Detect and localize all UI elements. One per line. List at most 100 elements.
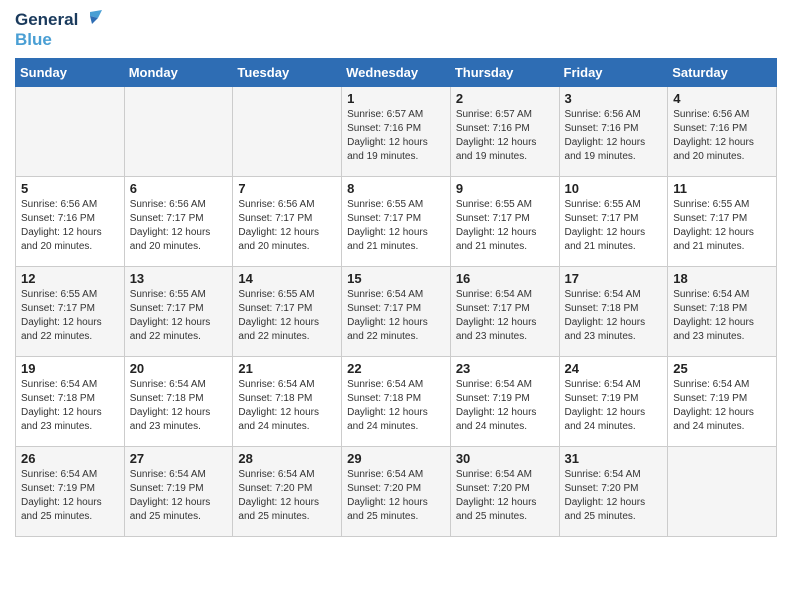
day-cell: 5 Sunrise: 6:56 AM Sunset: 7:16 PM Daylig…	[16, 177, 125, 267]
header-cell-monday: Monday	[124, 59, 233, 87]
day-info: Sunrise: 6:55 AM Sunset: 7:17 PM Dayligh…	[130, 288, 228, 344]
day-cell: 9Sunrise: 6:55 AM Sunset: 7:17 PM Daylig…	[450, 177, 559, 267]
day-cell: 13 Sunrise: 6:55 AM Sunset: 7:17 PM Dayli…	[124, 267, 233, 357]
day-cell: 6Sunrise: 6:56 AM Sunset: 7:17 PM Daylig…	[124, 177, 233, 267]
day-cell: 21 Sunrise: 6:54 AM Sunset: 7:18 PM Dayli…	[233, 357, 342, 447]
day-info: Sunrise: 6:54 AM Sunset: 7:18 PM Dayligh…	[130, 378, 228, 434]
day-info: Sunrise: 6:56 AM Sunset: 7:16 PM Dayligh…	[21, 198, 119, 254]
day-info: Sunrise: 6:54 AM Sunset: 7:20 PM Dayligh…	[565, 468, 663, 524]
day-info: Sunrise: 6:54 AM Sunset: 7:20 PM Dayligh…	[347, 468, 445, 524]
day-number: 14	[238, 271, 336, 286]
day-number: 15	[347, 271, 445, 286]
day-cell: 31 Sunrise: 6:54 AM Sunset: 7:20 PM Dayli…	[559, 447, 668, 537]
day-cell: 7 Sunrise: 6:56 AM Sunset: 7:17 PM Daylig…	[233, 177, 342, 267]
day-number: 7	[238, 181, 336, 196]
day-number: 17	[565, 271, 663, 286]
day-info: Sunrise: 6:55 AM Sunset: 7:17 PM Dayligh…	[347, 198, 445, 254]
day-cell: 14 Sunrise: 6:55 AM Sunset: 7:17 PM Dayli…	[233, 267, 342, 357]
day-info: Sunrise: 6:54 AM Sunset: 7:20 PM Dayligh…	[456, 468, 554, 524]
day-info: Sunrise: 6:54 AM Sunset: 7:19 PM Dayligh…	[130, 468, 228, 524]
day-info: Sunrise: 6:54 AM Sunset: 7:19 PM Dayligh…	[21, 468, 119, 524]
logo-text-block: General Blue	[15, 10, 102, 50]
week-row-2: 12 Sunrise: 6:55 AM Sunset: 7:17 PM Dayli…	[16, 267, 777, 357]
day-number: 23	[456, 361, 554, 376]
day-number: 19	[21, 361, 119, 376]
day-info: Sunrise: 6:55 AM Sunset: 7:17 PM Dayligh…	[21, 288, 119, 344]
day-info: Sunrise: 6:54 AM Sunset: 7:20 PM Dayligh…	[238, 468, 336, 524]
day-cell	[16, 87, 125, 177]
header-cell-tuesday: Tuesday	[233, 59, 342, 87]
day-number: 24	[565, 361, 663, 376]
day-cell: 12 Sunrise: 6:55 AM Sunset: 7:17 PM Dayli…	[16, 267, 125, 357]
day-cell	[124, 87, 233, 177]
day-number: 12	[21, 271, 119, 286]
week-row-4: 26 Sunrise: 6:54 AM Sunset: 7:19 PM Dayli…	[16, 447, 777, 537]
header-row: SundayMondayTuesdayWednesdayThursdayFrid…	[16, 59, 777, 87]
header-cell-saturday: Saturday	[668, 59, 777, 87]
day-cell: 28Sunrise: 6:54 AM Sunset: 7:20 PM Dayli…	[233, 447, 342, 537]
day-number: 21	[238, 361, 336, 376]
day-cell	[233, 87, 342, 177]
day-info: Sunrise: 6:54 AM Sunset: 7:17 PM Dayligh…	[347, 288, 445, 344]
day-info: Sunrise: 6:54 AM Sunset: 7:18 PM Dayligh…	[347, 378, 445, 434]
header: General Blue	[15, 10, 777, 50]
header-cell-sunday: Sunday	[16, 59, 125, 87]
week-row-0: 1 Sunrise: 6:57 AM Sunset: 7:16 PM Daylig…	[16, 87, 777, 177]
day-cell	[668, 447, 777, 537]
day-cell: 1Sunrise: 6:57 AM Sunset: 7:16 PM Daylig…	[342, 87, 451, 177]
day-cell: 20 Sunrise: 6:54 AM Sunset: 7:18 PM Dayli…	[124, 357, 233, 447]
day-info: Sunrise: 6:54 AM Sunset: 7:17 PM Dayligh…	[456, 288, 554, 344]
day-info: Sunrise: 6:56 AM Sunset: 7:16 PM Dayligh…	[565, 108, 663, 164]
day-cell: 23 Sunrise: 6:54 AM Sunset: 7:19 PM Dayli…	[450, 357, 559, 447]
logo-first-line: General	[15, 10, 102, 30]
day-number: 26	[21, 451, 119, 466]
day-cell: 4Sunrise: 6:56 AM Sunset: 7:16 PM Daylig…	[668, 87, 777, 177]
day-info: Sunrise: 6:54 AM Sunset: 7:18 PM Dayligh…	[238, 378, 336, 434]
day-info: Sunrise: 6:54 AM Sunset: 7:18 PM Dayligh…	[21, 378, 119, 434]
header-cell-thursday: Thursday	[450, 59, 559, 87]
week-row-3: 19 Sunrise: 6:54 AM Sunset: 7:18 PM Dayli…	[16, 357, 777, 447]
day-info: Sunrise: 6:54 AM Sunset: 7:19 PM Dayligh…	[565, 378, 663, 434]
day-cell: 11Sunrise: 6:55 AM Sunset: 7:17 PM Dayli…	[668, 177, 777, 267]
day-info: Sunrise: 6:54 AM Sunset: 7:19 PM Dayligh…	[673, 378, 771, 434]
day-cell: 10Sunrise: 6:55 AM Sunset: 7:17 PM Dayli…	[559, 177, 668, 267]
logo-blue: Blue	[15, 30, 52, 50]
day-cell: 18Sunrise: 6:54 AM Sunset: 7:18 PM Dayli…	[668, 267, 777, 357]
day-number: 29	[347, 451, 445, 466]
day-cell: 27Sunrise: 6:54 AM Sunset: 7:19 PM Dayli…	[124, 447, 233, 537]
day-number: 5	[21, 181, 119, 196]
logo: General Blue	[15, 10, 102, 50]
header-cell-friday: Friday	[559, 59, 668, 87]
day-number: 22	[347, 361, 445, 376]
day-number: 1	[347, 91, 445, 106]
day-cell: 2Sunrise: 6:57 AM Sunset: 7:16 PM Daylig…	[450, 87, 559, 177]
header-cell-wednesday: Wednesday	[342, 59, 451, 87]
day-cell: 30Sunrise: 6:54 AM Sunset: 7:20 PM Dayli…	[450, 447, 559, 537]
day-number: 4	[673, 91, 771, 106]
day-info: Sunrise: 6:55 AM Sunset: 7:17 PM Dayligh…	[565, 198, 663, 254]
day-cell: 29 Sunrise: 6:54 AM Sunset: 7:20 PM Dayli…	[342, 447, 451, 537]
day-cell: 8 Sunrise: 6:55 AM Sunset: 7:17 PM Daylig…	[342, 177, 451, 267]
logo-bird-icon	[80, 10, 102, 30]
day-info: Sunrise: 6:54 AM Sunset: 7:18 PM Dayligh…	[673, 288, 771, 344]
day-number: 31	[565, 451, 663, 466]
day-number: 11	[673, 181, 771, 196]
day-info: Sunrise: 6:55 AM Sunset: 7:17 PM Dayligh…	[238, 288, 336, 344]
day-cell: 3Sunrise: 6:56 AM Sunset: 7:16 PM Daylig…	[559, 87, 668, 177]
day-info: Sunrise: 6:56 AM Sunset: 7:17 PM Dayligh…	[238, 198, 336, 254]
day-info: Sunrise: 6:54 AM Sunset: 7:18 PM Dayligh…	[565, 288, 663, 344]
day-cell: 22 Sunrise: 6:54 AM Sunset: 7:18 PM Dayli…	[342, 357, 451, 447]
week-row-1: 5 Sunrise: 6:56 AM Sunset: 7:16 PM Daylig…	[16, 177, 777, 267]
day-number: 20	[130, 361, 228, 376]
day-info: Sunrise: 6:55 AM Sunset: 7:17 PM Dayligh…	[456, 198, 554, 254]
day-cell: 17 Sunrise: 6:54 AM Sunset: 7:18 PM Dayli…	[559, 267, 668, 357]
day-info: Sunrise: 6:57 AM Sunset: 7:16 PM Dayligh…	[456, 108, 554, 164]
day-number: 16	[456, 271, 554, 286]
day-number: 25	[673, 361, 771, 376]
day-info: Sunrise: 6:54 AM Sunset: 7:19 PM Dayligh…	[456, 378, 554, 434]
calendar-table: SundayMondayTuesdayWednesdayThursdayFrid…	[15, 58, 777, 537]
day-number: 8	[347, 181, 445, 196]
day-info: Sunrise: 6:56 AM Sunset: 7:17 PM Dayligh…	[130, 198, 228, 254]
day-number: 13	[130, 271, 228, 286]
day-cell: 15 Sunrise: 6:54 AM Sunset: 7:17 PM Dayli…	[342, 267, 451, 357]
